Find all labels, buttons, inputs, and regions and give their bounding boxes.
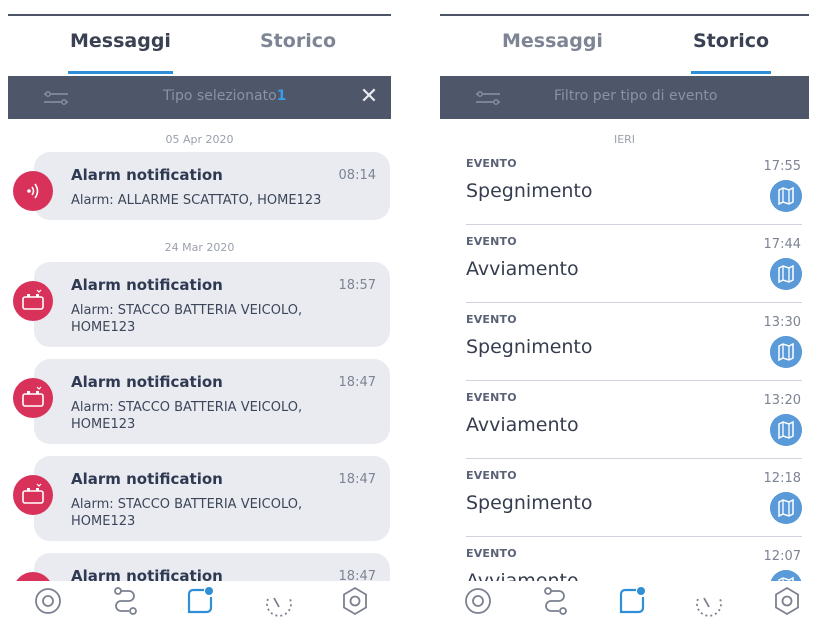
- message-title: Alarm notification: [71, 276, 223, 294]
- message-card[interactable]: Alarm notification 18:47: [13, 553, 390, 581]
- message-title: Alarm notification: [71, 166, 223, 184]
- message-title: Alarm notification: [71, 373, 223, 391]
- tab-bar: Messaggi Storico: [8, 30, 391, 76]
- filter-sliders-icon[interactable]: [42, 89, 70, 107]
- tab-messaggi[interactable]: Messaggi: [502, 30, 603, 52]
- route-icon[interactable]: [109, 585, 141, 617]
- message-body: Alarm: STACCO BATTERIA VEICOLO, HOME123: [71, 497, 303, 529]
- filter-text: Tipo selezionato: [163, 88, 277, 104]
- messages-icon[interactable]: [184, 585, 216, 617]
- event-row[interactable]: EVENTO Avviamento 13:20: [440, 381, 809, 459]
- top-divider: [440, 14, 809, 16]
- message-time: 08:14: [338, 168, 376, 183]
- date-separator: 05 Apr 2020: [165, 133, 234, 146]
- message-time: 18:47: [338, 472, 376, 487]
- message-body: Alarm: STACCO BATTERIA VEICOLO, HOME123: [71, 400, 303, 432]
- message-time: 18:47: [338, 375, 376, 390]
- message-card[interactable]: Alarm notification 08:14 Alarm: ALLARME …: [13, 152, 390, 220]
- settings-icon[interactable]: [771, 585, 803, 617]
- route-icon[interactable]: [539, 585, 571, 617]
- message-time: 18:47: [338, 569, 376, 581]
- message-body: Alarm: ALLARME SCATTATO, HOME123: [71, 193, 322, 208]
- map-icon[interactable]: [770, 414, 802, 446]
- tab-storico-label: Storico: [260, 30, 337, 52]
- event-name: Avviamento: [466, 414, 579, 436]
- message-body: Alarm: STACCO BATTERIA VEICOLO, HOME123: [71, 303, 303, 335]
- tab-storico[interactable]: Storico: [260, 30, 336, 52]
- event-name: Spegnimento: [466, 492, 593, 514]
- map-icon[interactable]: [770, 180, 802, 212]
- battery-icon: [13, 378, 53, 418]
- event-row[interactable]: EVENTO Avviamento 12:07: [440, 537, 809, 581]
- active-tab-indicator: [691, 71, 772, 74]
- event-row[interactable]: EVENTO Spegnimento 12:18: [440, 459, 809, 537]
- map-icon[interactable]: [770, 570, 802, 581]
- event-category: EVENTO: [466, 235, 517, 248]
- event-row[interactable]: EVENTO Avviamento 17:44: [440, 225, 809, 303]
- filter-label: Tipo selezionato1: [163, 88, 286, 104]
- tab-messaggi-label: Messaggi: [502, 30, 603, 52]
- top-divider: [8, 14, 391, 16]
- close-icon[interactable]: ✕: [359, 86, 379, 108]
- event-row[interactable]: EVENTO Spegnimento 17:55: [440, 147, 809, 225]
- tab-storico[interactable]: Storico: [691, 30, 772, 74]
- event-time: 13:20: [763, 393, 801, 408]
- event-category: EVENTO: [466, 547, 517, 560]
- history-screen: Messaggi Storico Filtro per tipo di even…: [440, 0, 809, 621]
- message-card[interactable]: Alarm notification 18:47 Alarm: STACCO B…: [13, 359, 390, 444]
- message-card[interactable]: Alarm notification 18:57 Alarm: STACCO B…: [13, 262, 390, 347]
- event-time: 12:18: [763, 471, 801, 486]
- message-title: Alarm notification: [71, 470, 223, 488]
- filter-bar[interactable]: Filtro per tipo di evento: [440, 76, 809, 119]
- event-time: 17:55: [763, 159, 801, 174]
- tab-messaggi[interactable]: Messaggi: [68, 30, 173, 74]
- speed-icon[interactable]: [693, 585, 725, 617]
- section-header: IERI: [613, 133, 636, 146]
- filter-count: 1: [276, 88, 287, 104]
- message-card[interactable]: Alarm notification 18:47 Alarm: STACCO B…: [13, 456, 390, 541]
- filter-sliders-icon[interactable]: [474, 89, 502, 107]
- event-name: Spegnimento: [466, 180, 593, 202]
- tab-messaggi-label: Messaggi: [70, 30, 171, 52]
- map-icon[interactable]: [770, 258, 802, 290]
- event-row[interactable]: EVENTO Spegnimento 13:30: [440, 303, 809, 381]
- messages-screen: Messaggi Storico Tipo selezionato1 ✕ 05 …: [8, 0, 391, 621]
- message-title: Alarm notification: [71, 567, 223, 581]
- date-separator: 24 Mar 2020: [164, 241, 235, 254]
- event-category: EVENTO: [466, 391, 517, 404]
- event-time: 12:07: [763, 549, 801, 564]
- event-category: EVENTO: [466, 469, 517, 482]
- event-category: EVENTO: [466, 157, 517, 170]
- signal-icon: [13, 171, 53, 211]
- active-tab-indicator: [68, 71, 173, 74]
- event-time: 13:30: [763, 315, 801, 330]
- home-icon[interactable]: [32, 585, 64, 617]
- event-name: Avviamento: [466, 258, 579, 280]
- event-category: EVENTO: [466, 313, 517, 326]
- battery-icon: [13, 475, 53, 515]
- bottom-nav: [8, 581, 391, 621]
- event-list[interactable]: IERI EVENTO Spegnimento 17:55 EVENTO Avv…: [440, 119, 809, 581]
- speed-icon[interactable]: [263, 585, 295, 617]
- tab-bar: Messaggi Storico: [440, 30, 809, 76]
- message-time: 18:57: [338, 278, 376, 293]
- settings-icon[interactable]: [339, 585, 371, 617]
- battery-icon: [13, 572, 53, 581]
- message-list[interactable]: 05 Apr 2020 Alarm notification 08:14 Ala…: [8, 119, 391, 581]
- tab-storico-label: Storico: [693, 30, 770, 52]
- bottom-nav: [440, 581, 809, 621]
- filter-label: Filtro per tipo di evento: [554, 88, 718, 104]
- messages-icon[interactable]: [616, 585, 648, 617]
- map-icon[interactable]: [770, 492, 802, 524]
- event-name: Spegnimento: [466, 336, 593, 358]
- filter-bar[interactable]: Tipo selezionato1 ✕: [8, 76, 391, 119]
- event-name: Avviamento: [466, 570, 579, 581]
- home-icon[interactable]: [462, 585, 494, 617]
- battery-icon: [13, 281, 53, 321]
- map-icon[interactable]: [770, 336, 802, 368]
- event-time: 17:44: [763, 237, 801, 252]
